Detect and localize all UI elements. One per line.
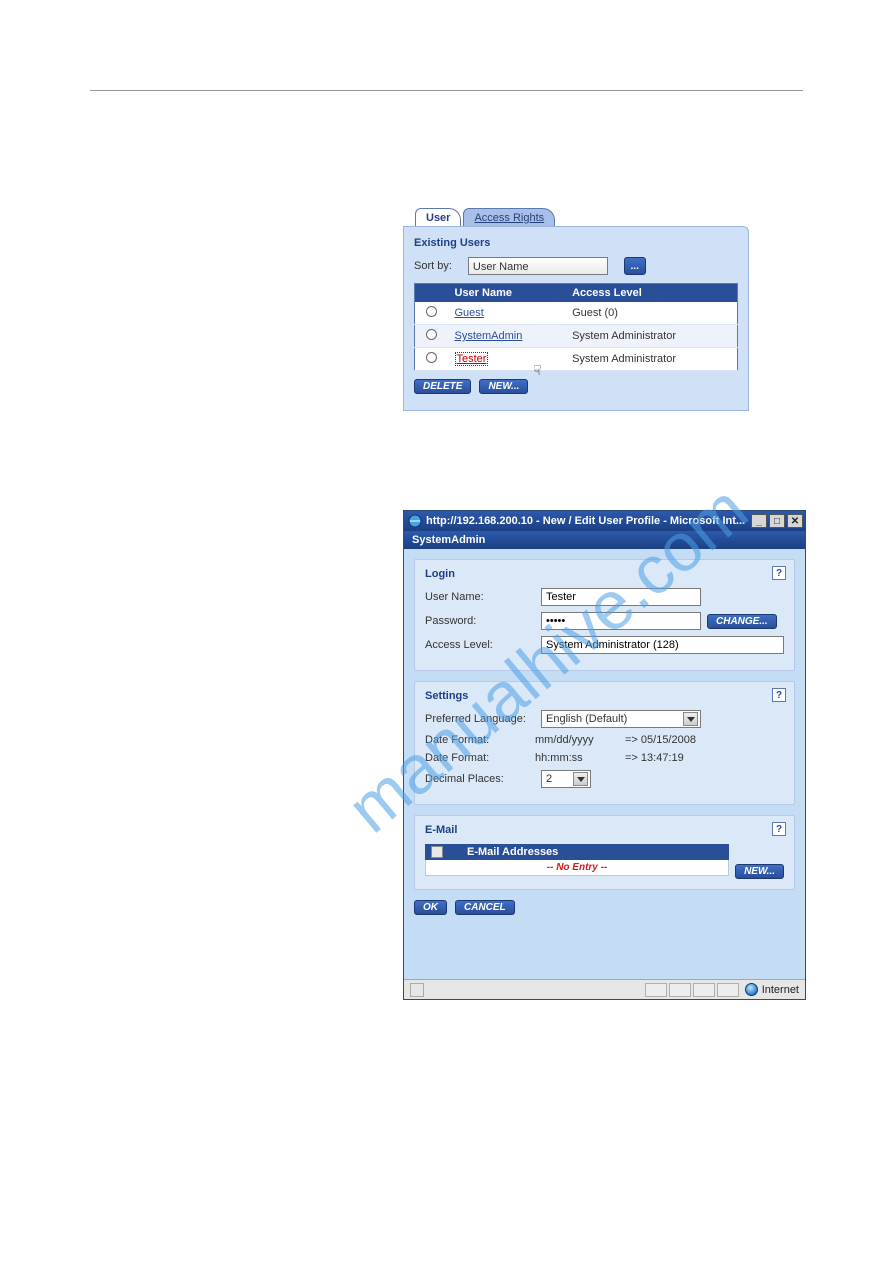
- chevron-down-icon: [573, 772, 588, 786]
- table-row: Tester System Administrator: [415, 348, 738, 371]
- col-select: [415, 284, 449, 303]
- tab-bar: User Access Rights: [415, 204, 749, 226]
- subheader: SystemAdmin: [404, 531, 805, 549]
- row-radio[interactable]: [426, 329, 437, 340]
- status-page-icon: [410, 983, 424, 997]
- date-format-label: Date Format:: [425, 734, 535, 746]
- change-password-button[interactable]: CHANGE...: [707, 614, 777, 629]
- row-radio[interactable]: [426, 352, 437, 363]
- status-cell: [693, 983, 715, 997]
- decimal-select[interactable]: 2: [541, 770, 591, 788]
- page-divider: [90, 90, 803, 91]
- titlebar[interactable]: http://192.168.200.10 - New / Edit User …: [404, 511, 805, 531]
- status-cell: [669, 983, 691, 997]
- password-input[interactable]: [541, 612, 701, 630]
- security-zone[interactable]: Internet: [745, 983, 799, 996]
- language-select[interactable]: English (Default): [541, 710, 701, 728]
- globe-icon: [745, 983, 758, 996]
- tab-user[interactable]: User: [415, 208, 461, 226]
- email-header-text: E-Mail Addresses: [467, 846, 558, 858]
- language-value: English (Default): [546, 713, 627, 725]
- panel-title: Existing Users: [414, 237, 738, 249]
- login-section: Login ? User Name: Password: CHANGE... A…: [414, 559, 795, 671]
- username-label: User Name:: [425, 591, 535, 603]
- existing-users-panel: User Access Rights Existing Users Sort b…: [403, 204, 749, 411]
- status-cell: [645, 983, 667, 997]
- close-button[interactable]: ✕: [787, 514, 803, 528]
- email-no-entry: -- No Entry --: [425, 860, 729, 876]
- language-label: Preferred Language:: [425, 713, 535, 725]
- time-format-example: => 13:47:19: [625, 752, 735, 764]
- table-row: SystemAdmin System Administrator: [415, 325, 738, 348]
- row-radio[interactable]: [426, 306, 437, 317]
- time-format-value: hh:mm:ss: [535, 752, 625, 764]
- access-level-label: Access Level:: [425, 639, 535, 651]
- tab-access-rights[interactable]: Access Rights: [463, 208, 555, 226]
- email-new-button[interactable]: NEW...: [735, 864, 784, 879]
- sort-row: Sort by: User Name ...: [414, 257, 738, 275]
- help-icon[interactable]: ?: [772, 822, 786, 836]
- decimal-label: Decimal Places:: [425, 773, 535, 785]
- date-format-example: => 05/15/2008: [625, 734, 735, 746]
- sort-button[interactable]: ...: [624, 257, 646, 275]
- help-icon[interactable]: ?: [772, 566, 786, 580]
- username-input[interactable]: [541, 588, 701, 606]
- delete-button[interactable]: DELETE: [414, 379, 471, 394]
- email-header: E-Mail Addresses: [425, 844, 729, 860]
- minimize-button[interactable]: _: [751, 514, 767, 528]
- ok-button[interactable]: OK: [414, 900, 447, 915]
- settings-title: Settings: [425, 690, 784, 702]
- date-format-value: mm/dd/yyyy: [535, 734, 625, 746]
- maximize-button[interactable]: □: [769, 514, 785, 528]
- decimal-value: 2: [546, 773, 552, 785]
- users-table: User Name Access Level Guest Guest (0) S…: [414, 283, 738, 371]
- col-access: Access Level: [566, 284, 737, 303]
- cancel-button[interactable]: CANCEL: [455, 900, 515, 915]
- table-row: Guest Guest (0): [415, 302, 738, 325]
- status-cells: [645, 983, 739, 997]
- sort-label: Sort by:: [414, 260, 452, 272]
- user-link-tester[interactable]: Tester: [455, 352, 489, 366]
- login-title: Login: [425, 568, 784, 580]
- col-username: User Name: [449, 284, 567, 303]
- sort-field[interactable]: User Name: [468, 257, 608, 275]
- status-bar: Internet: [404, 979, 805, 999]
- user-link-guest[interactable]: Guest: [455, 307, 484, 319]
- new-button[interactable]: NEW...: [479, 379, 528, 394]
- ie-body: Login ? User Name: Password: CHANGE... A…: [404, 549, 805, 979]
- user-link-systemadmin[interactable]: SystemAdmin: [455, 330, 523, 342]
- zone-label: Internet: [762, 984, 799, 996]
- ie-window: http://192.168.200.10 - New / Edit User …: [403, 510, 806, 1000]
- settings-section: Settings ? Preferred Language: English (…: [414, 681, 795, 805]
- time-format-label: Date Format:: [425, 752, 535, 764]
- email-checkbox[interactable]: [431, 846, 443, 858]
- user-level: Guest (0): [566, 302, 737, 325]
- status-cell: [717, 983, 739, 997]
- access-level-field[interactable]: [541, 636, 784, 654]
- chevron-down-icon: [683, 712, 698, 726]
- user-level: System Administrator: [566, 348, 737, 371]
- email-title: E-Mail: [425, 824, 784, 836]
- email-section: E-Mail ? E-Mail Addresses -- No Entry --…: [414, 815, 795, 890]
- window-title: http://192.168.200.10 - New / Edit User …: [426, 515, 749, 527]
- user-level: System Administrator: [566, 325, 737, 348]
- ie-logo-icon: [408, 514, 422, 528]
- users-body: Existing Users Sort by: User Name ... Us…: [403, 226, 749, 411]
- help-icon[interactable]: ?: [772, 688, 786, 702]
- password-label: Password:: [425, 615, 535, 627]
